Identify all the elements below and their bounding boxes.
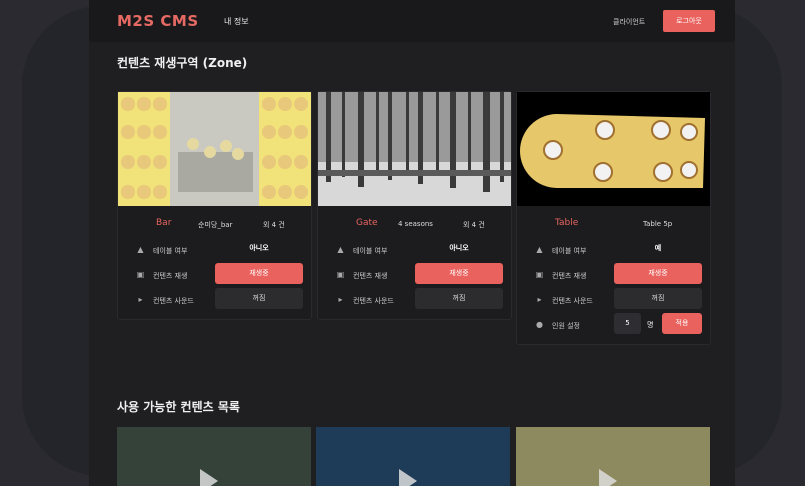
- table-label: 테이블 여부: [552, 247, 587, 255]
- zone-count: 외 4 건: [263, 221, 285, 229]
- people-icon: ●: [536, 320, 543, 329]
- table-label: 테이블 여부: [153, 247, 188, 255]
- zone-section-title: 컨텐츠 재생구역 (Zone): [117, 56, 248, 70]
- speaker-icon: ▸: [537, 295, 542, 304]
- play-screen-icon: ▣: [535, 270, 544, 279]
- app-screen: M2S CMS 내 정보 클라이언트 로그아웃 컨텐츠 재생구역 (Zone): [89, 0, 735, 486]
- app-logo[interactable]: M2S CMS: [117, 12, 199, 30]
- apply-button[interactable]: 적용: [662, 313, 702, 334]
- zone-card-table: Table Table 5p ▲ 테이블 여부 예 ▣ 컨텐츠 재생 재생중 ▸…: [516, 91, 711, 345]
- sound-toggle-button[interactable]: 꺼짐: [614, 288, 702, 309]
- graduation-cap-icon: ▲: [337, 245, 344, 254]
- people-count-input[interactable]: 5: [614, 313, 641, 334]
- table-value: 예: [654, 244, 662, 252]
- table-value: 아니오: [449, 244, 469, 252]
- nav-my-info[interactable]: 내 정보: [224, 16, 249, 27]
- table-label: 테이블 여부: [353, 247, 388, 255]
- sound-toggle-button[interactable]: 꺼짐: [415, 288, 503, 309]
- graduation-cap-icon: ▲: [137, 245, 144, 254]
- play-label: 컨텐츠 재생: [353, 272, 388, 280]
- library-item[interactable]: [516, 427, 710, 486]
- play-label: 컨텐츠 재생: [153, 272, 188, 280]
- play-toggle-button[interactable]: 재생중: [415, 263, 503, 284]
- zone-subtitle: 순미당_bar: [198, 221, 233, 229]
- library-item[interactable]: [117, 427, 311, 486]
- graduation-cap-icon: ▲: [536, 245, 543, 254]
- zone-thumbnail[interactable]: [517, 92, 710, 206]
- top-navbar: M2S CMS 내 정보 클라이언트 로그아웃: [89, 0, 735, 42]
- zone-card-gate: Gate 4 seasons 외 4 건 ▲ 테이블 여부 아니오 ▣ 컨텐츠 …: [317, 91, 512, 320]
- zone-subtitle: 4 seasons: [398, 220, 433, 228]
- play-icon: [399, 469, 417, 486]
- play-icon: [200, 469, 218, 486]
- play-screen-icon: ▣: [336, 270, 345, 279]
- zone-card-bar: Bar 순미당_bar 외 4 건 ▲ 테이블 여부 아니오 ▣ 컨텐츠 재생 …: [117, 91, 312, 320]
- library-item[interactable]: [316, 427, 510, 486]
- speaker-icon: ▸: [338, 295, 343, 304]
- nav-client[interactable]: 클라이언트: [613, 17, 645, 27]
- play-screen-icon: ▣: [136, 270, 145, 279]
- library-section-title: 사용 가능한 컨텐츠 목록: [117, 400, 240, 414]
- zone-subtitle: Table 5p: [643, 220, 673, 228]
- zone-name: Table: [555, 218, 579, 228]
- zone-thumbnail[interactable]: [318, 92, 511, 206]
- play-toggle-button[interactable]: 재생중: [215, 263, 303, 284]
- table-value: 아니오: [249, 244, 269, 252]
- play-toggle-button[interactable]: 재생중: [614, 263, 702, 284]
- play-icon: [599, 469, 617, 486]
- sound-label: 컨텐츠 사운드: [552, 297, 593, 305]
- logout-button[interactable]: 로그아웃: [663, 10, 715, 32]
- sound-label: 컨텐츠 사운드: [353, 297, 394, 305]
- speaker-icon: ▸: [138, 295, 143, 304]
- zone-name: Bar: [156, 218, 172, 228]
- people-unit: 명: [647, 321, 654, 329]
- zone-name: Gate: [356, 218, 378, 228]
- people-label: 인원 설정: [552, 322, 580, 330]
- zone-count: 외 4 건: [463, 221, 485, 229]
- zone-thumbnail[interactable]: [118, 92, 311, 206]
- sound-toggle-button[interactable]: 꺼짐: [215, 288, 303, 309]
- sound-label: 컨텐츠 사운드: [153, 297, 194, 305]
- play-label: 컨텐츠 재생: [552, 272, 587, 280]
